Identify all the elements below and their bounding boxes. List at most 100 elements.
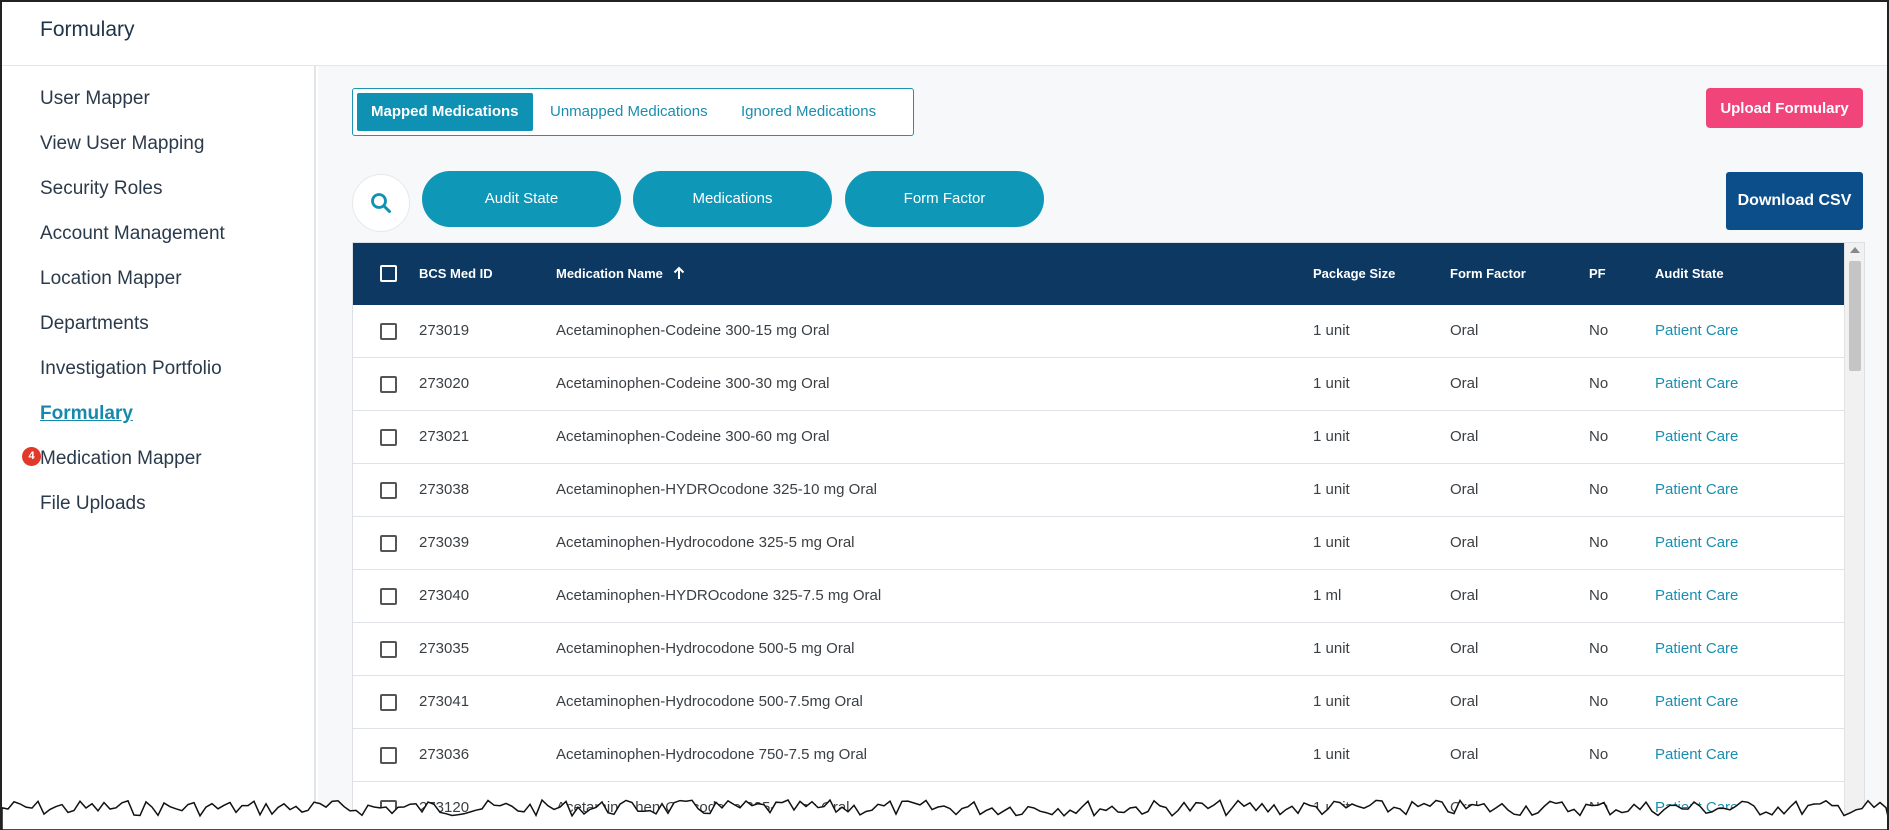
sidebar-item-user-mapper[interactable]: User Mapper <box>40 88 150 110</box>
cell-form-factor: Oral <box>1450 587 1479 604</box>
cell-bcs-med-id: 273041 <box>419 693 470 710</box>
sidebar-item-departments[interactable]: Departments <box>40 313 149 335</box>
sidebar-item-account-management[interactable]: Account Management <box>40 223 225 245</box>
row-checkbox[interactable] <box>380 323 397 340</box>
medication-tabs: Mapped Medications Unmapped Medications … <box>352 88 914 136</box>
cell-audit-state-link[interactable]: Patient Care <box>1655 676 1738 728</box>
cell-bcs-med-id: 273038 <box>419 481 470 498</box>
select-all-checkbox[interactable] <box>380 265 397 282</box>
sidebar-item-file-uploads[interactable]: File Uploads <box>40 493 146 515</box>
column-header-audit-state[interactable]: Audit State <box>1655 243 1724 305</box>
tab-mapped-medications[interactable]: Mapped Medications <box>357 93 533 131</box>
cell-audit-state-link[interactable]: Patient Care <box>1655 517 1738 569</box>
search-button[interactable] <box>352 174 410 232</box>
cell-form-factor: Oral <box>1450 481 1479 498</box>
cell-form-factor: Oral <box>1450 322 1479 339</box>
table-row[interactable]: 273039 Acetaminophen-Hydrocodone 325-5 mg… <box>353 517 1846 570</box>
table-row[interactable]: 273035 Acetaminophen-Hydrocodone 500-5 mg… <box>353 623 1846 676</box>
table-row[interactable]: 273036 Acetaminophen-Hydrocodone 750-7.5 … <box>353 729 1846 782</box>
cell-medication-name: Acetaminophen-Codeine 300-60 mg Oral <box>556 428 830 445</box>
cell-form-factor: Oral <box>1450 534 1479 551</box>
table-row[interactable]: 273020 Acetaminophen-Codeine 300-30 mg Or… <box>353 358 1846 411</box>
sidebar-item-investigation-portfolio[interactable]: Investigation Portfolio <box>40 358 222 380</box>
cell-pf: No <box>1589 640 1609 657</box>
medications-filter[interactable]: Medications <box>633 171 832 227</box>
row-checkbox[interactable] <box>380 694 397 711</box>
cell-package-size: 1 unit <box>1313 640 1350 657</box>
row-checkbox[interactable] <box>380 747 397 764</box>
cell-pf: No <box>1589 693 1609 710</box>
table-row[interactable]: 273019 Acetaminophen-Codeine 300-15 mg Or… <box>353 305 1846 358</box>
cell-medication-name: Acetaminophen-Hydrocodone 500-7.5mg Oral <box>556 693 863 710</box>
cell-package-size: 1 unit <box>1313 322 1350 339</box>
cell-medication-name: Acetaminophen-Hydrocodone 500-5 mg Oral <box>556 640 855 657</box>
download-csv-button[interactable]: Download CSV <box>1726 172 1863 230</box>
cell-audit-state-link[interactable]: Patient Care <box>1655 411 1738 463</box>
sidebar-item-location-mapper[interactable]: Location Mapper <box>40 268 182 290</box>
cell-pf: No <box>1589 746 1609 763</box>
sort-ascending-icon <box>673 266 684 279</box>
table-row[interactable]: 273038 Acetaminophen-HYDROcodone 325-10 m… <box>353 464 1846 517</box>
column-header-package-size[interactable]: Package Size <box>1313 243 1395 305</box>
cell-medication-name: Acetaminophen-Hydrocodone 325-5 mg Oral <box>556 534 855 551</box>
cell-audit-state-link[interactable]: Patient Care <box>1655 623 1738 675</box>
cell-bcs-med-id: 273036 <box>419 746 470 763</box>
cell-package-size: 1 unit <box>1313 481 1350 498</box>
cell-pf: No <box>1589 322 1609 339</box>
search-icon <box>371 193 391 213</box>
column-header-medication-name[interactable]: Medication Name <box>556 243 685 305</box>
cell-audit-state-link[interactable]: Patient Care <box>1655 358 1738 410</box>
cell-audit-state-link[interactable]: Patient Care <box>1655 464 1738 516</box>
cell-bcs-med-id: 273020 <box>419 375 470 392</box>
cell-audit-state-link[interactable]: Patient Care <box>1655 570 1738 622</box>
audit-state-filter[interactable]: Audit State <box>422 171 621 227</box>
cell-package-size: 1 ml <box>1313 587 1342 604</box>
scrollbar-thumb[interactable] <box>1849 261 1861 371</box>
row-checkbox[interactable] <box>380 482 397 499</box>
app-window: Formulary User Mapper View User Mapping … <box>0 0 1889 830</box>
top-bar: Formulary <box>2 2 1887 66</box>
table-body: 273019 Acetaminophen-Codeine 300-15 mg Or… <box>353 305 1846 830</box>
cell-package-size: 1 unit <box>1313 428 1350 445</box>
column-header-label: Medication Name <box>556 266 663 281</box>
sidebar-item-medication-mapper[interactable]: Medication Mapper <box>40 448 202 470</box>
sidebar-item-view-user-mapping[interactable]: View User Mapping <box>40 133 204 155</box>
row-checkbox[interactable] <box>380 641 397 658</box>
cell-package-size: 1 unit <box>1313 375 1350 392</box>
table-row[interactable]: 273021 Acetaminophen-Codeine 300-60 mg Or… <box>353 411 1846 464</box>
cell-bcs-med-id: 273035 <box>419 640 470 657</box>
upload-formulary-button[interactable]: Upload Formulary <box>1706 88 1863 128</box>
cell-medication-name: Acetaminophen-HYDROcodone 325-10 mg Oral <box>556 481 877 498</box>
cell-form-factor: Oral <box>1450 746 1479 763</box>
row-checkbox[interactable] <box>380 376 397 393</box>
table-row[interactable]: 273041 Acetaminophen-Hydrocodone 500-7.5m… <box>353 676 1846 729</box>
column-header-pf[interactable]: PF <box>1589 243 1606 305</box>
sidebar-item-formulary[interactable]: Formulary <box>40 403 133 425</box>
row-checkbox[interactable] <box>380 535 397 552</box>
cell-package-size: 1 unit <box>1313 693 1350 710</box>
cell-form-factor: Oral <box>1450 375 1479 392</box>
table-row[interactable]: 273040 Acetaminophen-HYDROcodone 325-7.5 … <box>353 570 1846 623</box>
cell-bcs-med-id: 273040 <box>419 587 470 604</box>
column-header-bcs-med-id[interactable]: BCS Med ID <box>419 243 493 305</box>
column-header-form-factor[interactable]: Form Factor <box>1450 243 1526 305</box>
scroll-up-arrow-icon[interactable] <box>1850 247 1860 253</box>
page-title: Formulary <box>40 18 135 41</box>
cell-form-factor: Oral <box>1450 428 1479 445</box>
tab-unmapped-medications[interactable]: Unmapped Medications <box>536 93 722 131</box>
cell-audit-state-link[interactable]: Patient Care <box>1655 729 1738 781</box>
cell-medication-name: Acetaminophen-Hydrocodone 750-7.5 mg Ora… <box>556 746 868 763</box>
cell-pf: No <box>1589 481 1609 498</box>
form-factor-filter[interactable]: Form Factor <box>845 171 1044 227</box>
cell-form-factor: Oral <box>1450 693 1479 710</box>
cell-bcs-med-id: 273039 <box>419 534 470 551</box>
row-checkbox[interactable] <box>380 429 397 446</box>
row-checkbox[interactable] <box>380 588 397 605</box>
tab-ignored-medications[interactable]: Ignored Medications <box>727 93 890 131</box>
sidebar-item-security-roles[interactable]: Security Roles <box>40 178 163 200</box>
vertical-scrollbar[interactable] <box>1844 243 1864 830</box>
cell-audit-state-link[interactable]: Patient Care <box>1655 305 1738 357</box>
medications-table: BCS Med ID Medication Name Package Size … <box>352 242 1865 830</box>
main-content: Mapped Medications Unmapped Medications … <box>318 66 1887 830</box>
sidebar: User Mapper View User Mapping Security R… <box>2 66 316 830</box>
